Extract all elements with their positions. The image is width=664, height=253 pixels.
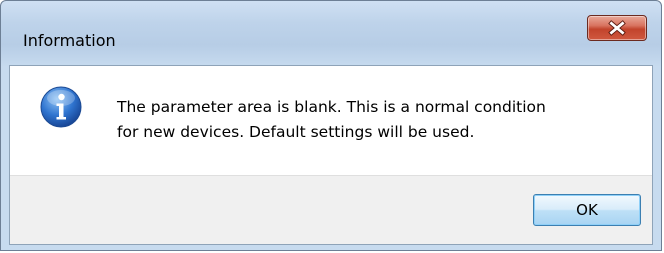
info-icon bbox=[40, 86, 82, 128]
message-line-2: for new devices. Default settings will b… bbox=[117, 123, 475, 141]
information-dialog: Information The parameter area is blank.… bbox=[0, 0, 662, 251]
button-bar: OK bbox=[10, 175, 652, 244]
message-area: The parameter area is blank. This is a n… bbox=[10, 66, 652, 175]
close-icon bbox=[608, 20, 626, 36]
message-text: The parameter area is blank. This is a n… bbox=[117, 95, 637, 145]
dialog-client-area: The parameter area is blank. This is a n… bbox=[9, 65, 653, 245]
window-title: Information bbox=[23, 31, 116, 50]
message-line-1: The parameter area is blank. This is a n… bbox=[117, 98, 546, 116]
close-button[interactable] bbox=[587, 15, 647, 41]
title-bar[interactable]: Information bbox=[1, 1, 661, 65]
ok-button[interactable]: OK bbox=[533, 194, 641, 226]
